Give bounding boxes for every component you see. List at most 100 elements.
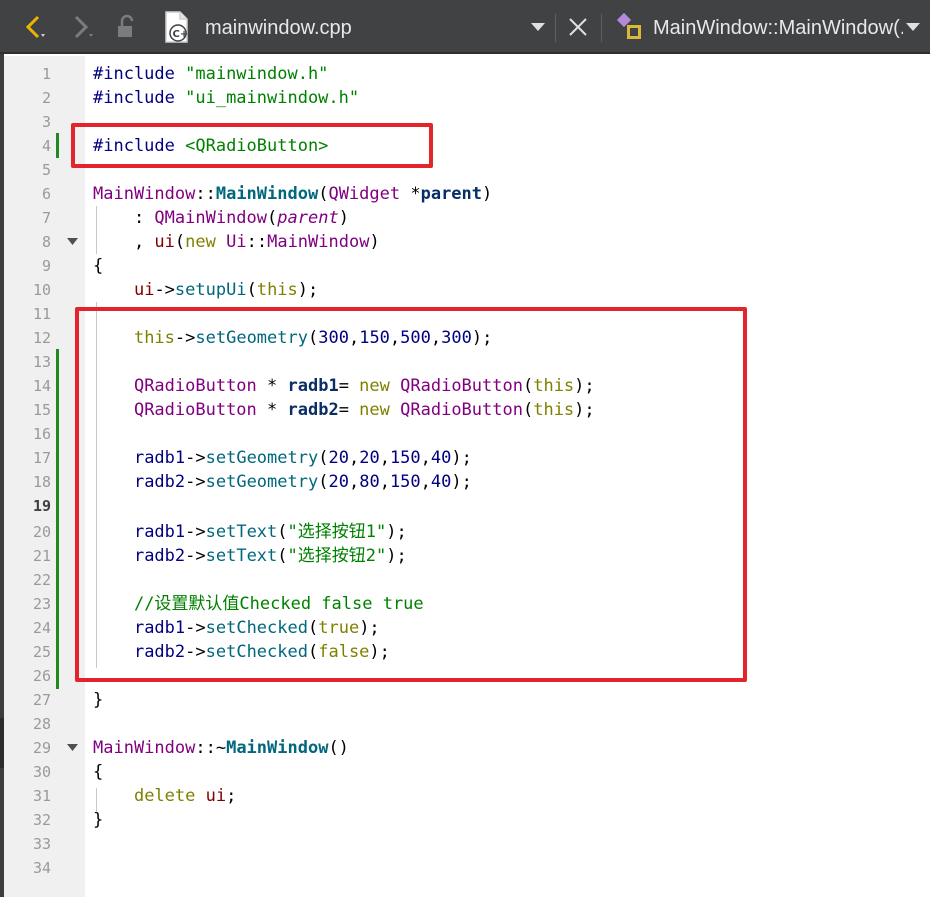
line-number: 10 <box>32 281 51 299</box>
code-token: MainWindow <box>93 738 196 758</box>
line-number: 18 <box>32 473 51 491</box>
code-text: : QMainWindow(parent) <box>93 206 349 230</box>
code-token: parent <box>277 208 339 228</box>
code-token: delete <box>133 786 196 806</box>
modified-line-marker <box>56 133 59 158</box>
code-token: MainWindow <box>93 184 196 204</box>
code-text: #include "ui_mainwindow.h" <box>93 86 359 110</box>
code-token: ) <box>482 184 493 204</box>
line-number: 9 <box>41 257 51 275</box>
code-text: } <box>93 688 103 712</box>
back-arrow-icon[interactable] <box>14 0 54 54</box>
line-number: 31 <box>32 787 51 805</box>
code-token: { <box>93 762 104 782</box>
code-token: () <box>328 738 349 758</box>
code-text: MainWindow::~MainWindow() <box>93 736 349 760</box>
line-number: 27 <box>32 691 51 709</box>
code-token: : <box>93 208 155 228</box>
forward-arrow-icon[interactable] <box>62 0 102 54</box>
line-number: 8 <box>41 233 51 251</box>
line-number: 34 <box>32 859 51 877</box>
code-token: MainWindow <box>215 184 319 204</box>
line-number: 17 <box>32 449 51 467</box>
symbol-class-icon <box>612 0 650 54</box>
code-text: delete ui; <box>93 784 236 808</box>
code-text: MainWindow::MainWindow(QWidget *parent) <box>93 182 492 206</box>
line-number: 21 <box>32 547 51 565</box>
file-name-label[interactable]: mainwindow.cpp <box>205 0 352 54</box>
line-number: 1 <box>41 65 51 83</box>
code-token: ui <box>133 280 155 300</box>
line-number: 13 <box>32 353 51 371</box>
modified-line-marker <box>56 349 59 689</box>
line-number: 15 <box>32 401 51 419</box>
line-number: 29 <box>32 739 51 757</box>
code-token: ::~ <box>195 738 227 758</box>
code-token: QWidget <box>328 184 401 204</box>
cpp-file-icon: C+ <box>156 0 196 54</box>
code-token: MainWindow <box>267 232 370 252</box>
line-number: 32 <box>32 811 51 829</box>
line-number: 22 <box>32 571 51 589</box>
line-number: 5 <box>41 161 51 179</box>
code-token: "ui_mainwindow.h" <box>185 88 360 108</box>
code-text: #include "mainwindow.h" <box>93 62 328 86</box>
highlight-box-radio-code <box>75 307 747 682</box>
code-token: * <box>400 184 421 204</box>
code-token: Ui <box>226 232 247 252</box>
code-token: ; <box>226 786 237 806</box>
code-token: #include <box>93 64 186 84</box>
fold-chevron-icon[interactable] <box>66 230 78 254</box>
line-number: 12 <box>32 329 51 347</box>
line-number: 24 <box>32 619 51 637</box>
code-token: MainWindow <box>226 738 329 758</box>
code-token: } <box>93 690 104 710</box>
code-text: { <box>93 760 103 784</box>
code-token: "mainwindow.h" <box>185 64 329 84</box>
line-number: 20 <box>32 523 51 541</box>
code-token: :: <box>195 184 216 204</box>
line-number: 14 <box>32 377 51 395</box>
code-token: { <box>93 256 104 276</box>
line-number: 2 <box>41 89 51 107</box>
code-text: ui->setupUi(this); <box>93 278 318 302</box>
code-token: :: <box>246 232 268 252</box>
line-number: 23 <box>32 595 51 613</box>
line-number: 19 <box>32 497 51 515</box>
line-number: 33 <box>32 835 51 853</box>
code-token: } <box>93 810 104 830</box>
code-token: ui <box>205 786 227 806</box>
line-number: 11 <box>32 305 51 323</box>
code-token: ui <box>154 232 175 252</box>
symbol-dropdown-chevron-icon[interactable] <box>902 0 924 54</box>
line-number: 16 <box>32 425 51 443</box>
lock-icon[interactable] <box>108 0 144 54</box>
line-number: 26 <box>32 667 51 685</box>
indent-guide <box>96 788 97 812</box>
code-text: { <box>93 254 103 278</box>
line-number: 7 <box>41 209 51 227</box>
code-token: setupUi <box>174 280 247 300</box>
code-token: this <box>256 280 298 300</box>
code-token: ) <box>369 232 380 252</box>
code-token: QMainWindow <box>154 208 268 228</box>
current-symbol-label[interactable]: MainWindow::MainWindow(... <box>653 0 903 54</box>
indent-guide <box>96 206 97 254</box>
file-dropdown-chevron-icon[interactable] <box>526 0 550 54</box>
code-text: , ui(new Ui::MainWindow) <box>93 230 380 254</box>
code-token: ( <box>267 208 278 228</box>
code-token: new <box>185 232 216 252</box>
code-token: ( <box>174 232 186 252</box>
code-token: ( <box>246 280 257 300</box>
line-number: 28 <box>32 715 51 733</box>
line-number: 25 <box>32 643 51 661</box>
line-number: 3 <box>41 113 51 131</box>
svg-text:C+: C+ <box>173 29 189 40</box>
code-text: } <box>93 808 103 832</box>
fold-chevron-icon[interactable] <box>66 736 78 760</box>
close-icon[interactable] <box>562 0 594 54</box>
